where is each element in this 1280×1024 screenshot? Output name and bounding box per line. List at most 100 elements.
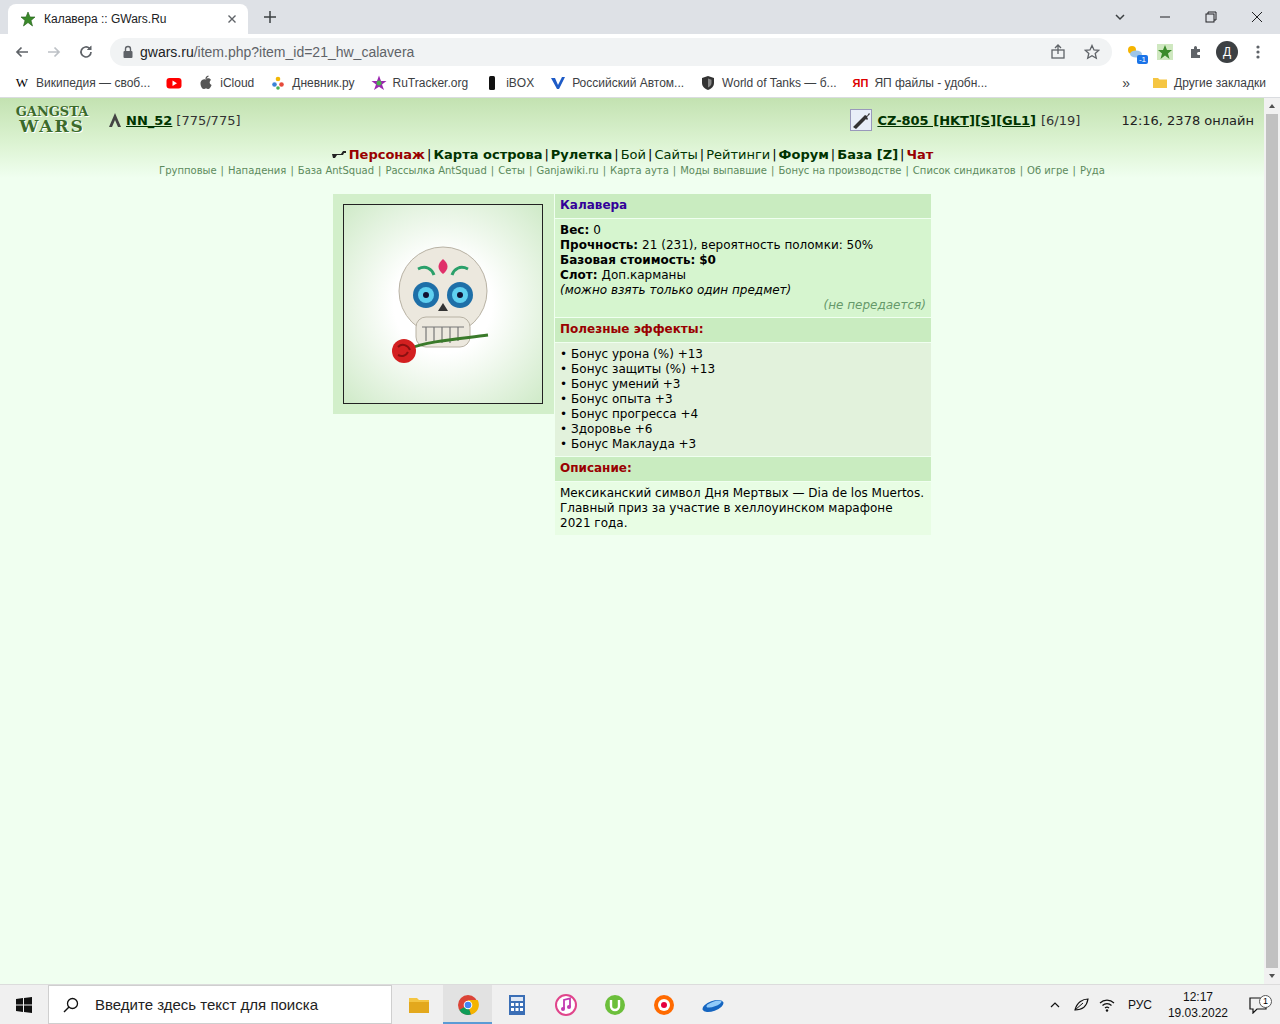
bookmark[interactable]: iBOX [478, 71, 540, 95]
nav-link[interactable]: Бой [621, 147, 646, 162]
close-tab-icon[interactable] [224, 11, 240, 27]
notification-center-icon[interactable]: 1 [1236, 996, 1280, 1014]
tab-search-icon[interactable] [1106, 3, 1134, 31]
bookmark-label: RuTracker.org [393, 76, 469, 90]
effect-row: •Бонус защиты (%) +13 [560, 362, 926, 377]
subnav-link[interactable]: Групповые [159, 165, 217, 176]
subnav-link[interactable]: База AntSquad [298, 165, 374, 176]
bookmark[interactable]: RuTracker.org [365, 71, 475, 95]
effect-row: •Бонус урона (%) +13 [560, 347, 926, 362]
bookmark-star-icon[interactable] [1078, 38, 1106, 66]
clock[interactable]: 12:1719.03.2022 [1160, 989, 1236, 1021]
user-link[interactable]: NN_52 [126, 113, 172, 128]
scroll-down-icon[interactable] [1264, 968, 1280, 984]
subnav-link[interactable]: Моды выпавшие [680, 165, 767, 176]
subnav-link[interactable]: Об игре [1027, 165, 1068, 176]
minimize-icon[interactable] [1142, 0, 1188, 34]
browser-tab[interactable]: Калавера :: GWars.Ru [8, 4, 248, 34]
bookmarks-bar: WВикипедия — своб... iCloud Дневник.ру RuTr… [0, 69, 1280, 98]
bookmark[interactable]: World of Tanks — б... [694, 71, 842, 95]
nav-link[interactable]: Сайты [654, 147, 697, 162]
other-bookmarks[interactable]: Другие закладки [1146, 71, 1272, 95]
favicon-star-icon [20, 11, 36, 27]
input-language[interactable]: РУС [1120, 998, 1160, 1012]
scroll-up-icon[interactable] [1264, 98, 1280, 114]
bookmark-favicon: ЯП [853, 77, 869, 89]
subnav-link[interactable]: Бонус на производстве [778, 165, 901, 176]
subnav-link[interactable]: Ganjawiki.ru [536, 165, 598, 176]
bookmark-favicon: W [14, 75, 30, 91]
itunes-icon[interactable] [541, 985, 590, 1024]
new-tab-icon[interactable] [256, 3, 284, 31]
close-window-icon[interactable] [1234, 0, 1280, 34]
windows-start-icon[interactable] [0, 985, 48, 1024]
restore-icon[interactable] [1188, 0, 1234, 34]
nav-link[interactable]: Чат [906, 147, 933, 162]
profile-button[interactable]: Д [1213, 38, 1241, 66]
folder-icon [1152, 75, 1168, 91]
address-bar[interactable]: gwars.ru/item.php?item_id=21_hw_calavera [110, 38, 1112, 66]
bookmark-favicon-icon [270, 75, 286, 91]
tab-strip: Калавера :: GWars.Ru [0, 0, 1280, 34]
menu-icon[interactable] [1244, 38, 1272, 66]
lock-icon [122, 45, 134, 59]
item-card: КалавераВес:0Прочность:21 (231), вероятн… [333, 194, 931, 535]
chrome-icon[interactable] [443, 985, 492, 1024]
nav-link[interactable]: Рулетка [551, 147, 612, 162]
bookmark-label: iCloud [220, 76, 254, 90]
nav-link[interactable]: Рейтинги [706, 147, 770, 162]
page-scrollbar[interactable] [1264, 98, 1280, 984]
weapon-ammo: [6/19] [1041, 113, 1080, 128]
item-stat: Базовая стоимость:$0 [560, 253, 926, 268]
tray-chevron-icon[interactable] [1042, 985, 1068, 1024]
subnav-link[interactable]: Карта аута [610, 165, 669, 176]
file-explorer-icon[interactable] [394, 985, 443, 1024]
gangsta-wars-logo[interactable]: GANGSTAWARS [10, 105, 94, 135]
weapon-link[interactable]: CZ-805 [HKT][S][GL1] [877, 113, 1036, 128]
subnav-link[interactable]: Руда [1080, 165, 1105, 176]
taskbar-search[interactable] [48, 985, 392, 1024]
bookmark-label: ЯП файлы - удобн... [874, 76, 987, 90]
taskbar-search-input[interactable] [93, 995, 391, 1014]
nav-link[interactable]: Персонаж [349, 147, 425, 162]
bookmark[interactable]: WВикипедия — своб... [8, 71, 156, 95]
subnav-link[interactable]: Нападения [228, 165, 286, 176]
gwars-extension-icon[interactable] [1151, 38, 1179, 66]
back-icon[interactable] [8, 38, 36, 66]
bookmark[interactable]: Российский Автом... [544, 71, 690, 95]
taskbar: РУС12:1719.03.20221 [0, 984, 1280, 1024]
bookmark[interactable] [160, 71, 188, 95]
music-player-icon[interactable] [639, 985, 688, 1024]
effects-title: Полезные эффекты: [555, 318, 931, 342]
weather-extension-icon[interactable]: -1 [1120, 38, 1148, 66]
effects-list: •Бонус урона (%) +13•Бонус защиты (%) +1… [555, 343, 931, 456]
subnav-link[interactable]: Рассылка AntSquad [385, 165, 486, 176]
wifi-icon[interactable] [1094, 985, 1120, 1024]
bookmark[interactable]: ЯП ЯП файлы - удобн... [847, 71, 994, 95]
item-description: Мексиканский символ Дня Мертвых — Dia de… [555, 482, 931, 535]
nav-link[interactable]: Карта острова [433, 147, 542, 162]
share-icon[interactable] [1044, 38, 1072, 66]
address-text: gwars.ru/item.php?item_id=21_hw_calavera [140, 44, 1038, 60]
bookmark[interactable]: iCloud [192, 71, 260, 95]
app-swoosh-icon[interactable] [688, 985, 737, 1024]
bookmark-label: iBOX [506, 76, 534, 90]
reload-icon[interactable] [72, 38, 100, 66]
server-clock: 12:16, 2378 онлайн [1121, 113, 1254, 128]
calculator-icon[interactable] [492, 985, 541, 1024]
forward-icon[interactable] [40, 38, 68, 66]
onedrive-leaf-icon[interactable] [1068, 985, 1094, 1024]
item-note: (можно взять только один предмет) [560, 283, 926, 298]
scroll-thumb[interactable] [1266, 114, 1278, 968]
nav-link[interactable]: База [Z] [837, 147, 898, 162]
extensions-puzzle-icon[interactable] [1182, 38, 1210, 66]
bookmarks-overflow[interactable]: » [1116, 75, 1136, 91]
subnav-link[interactable]: Сеты [498, 165, 525, 176]
utorrent-icon[interactable] [590, 985, 639, 1024]
bookmark[interactable]: Дневник.ру [264, 71, 360, 95]
bookmark-favicon-icon [484, 75, 500, 91]
nav-link[interactable]: Форум [779, 147, 829, 162]
site-header: GANGSTAWARSNN_52[775/775]CZ-805 [HKT][S]… [0, 98, 1264, 180]
subnav-link[interactable]: Список синдикатов [913, 165, 1016, 176]
web-page: GANGSTAWARSNN_52[775/775]CZ-805 [HKT][S]… [0, 98, 1264, 984]
